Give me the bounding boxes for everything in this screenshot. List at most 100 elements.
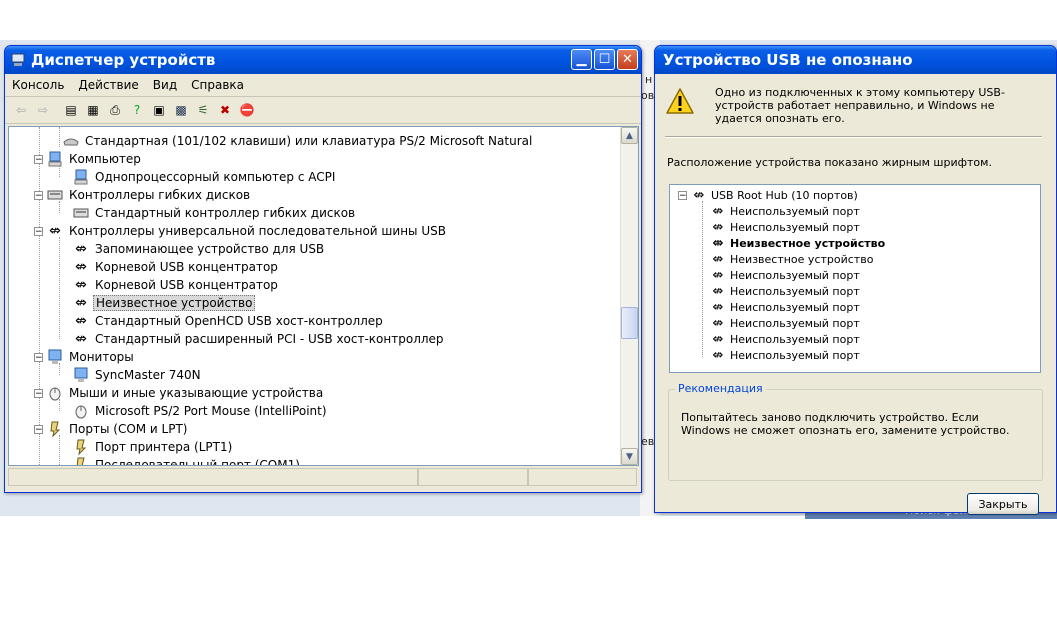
tree-item-floppy-controller[interactable]: Стандартный контроллер гибких дисков bbox=[73, 204, 357, 222]
usb-icon: ⇎ bbox=[75, 313, 87, 329]
tree-item-keyboard[interactable]: Стандартная (101/102 клавиши) или клавиа… bbox=[63, 132, 534, 150]
status-pane bbox=[528, 468, 637, 486]
menu-action[interactable]: Действие bbox=[71, 78, 145, 92]
close-dialog-button[interactable]: Закрыть bbox=[967, 493, 1039, 515]
usb-icon: ⇎ bbox=[712, 331, 724, 347]
usb-icon: ⇎ bbox=[75, 277, 87, 293]
usb-icon: ⇎ bbox=[712, 283, 724, 299]
update-driver-icon[interactable]: ⚟ bbox=[195, 102, 211, 118]
tree-item-com1[interactable]: Последовательный порт (COM1) bbox=[73, 456, 302, 465]
dialog-title: Устройство USB не опознано bbox=[663, 51, 913, 69]
scan-hardware-icon[interactable]: ▩ bbox=[173, 102, 189, 118]
port-icon bbox=[73, 457, 89, 465]
scroll-up-button[interactable]: ▲ bbox=[621, 127, 638, 144]
background-text: ев bbox=[641, 435, 655, 448]
collapse-icon[interactable]: − bbox=[34, 424, 43, 434]
collapse-icon[interactable]: − bbox=[34, 190, 43, 200]
usb-icon: ⇎ bbox=[75, 241, 87, 257]
scroll-down-button[interactable]: ▼ bbox=[621, 448, 638, 465]
tree-item-port[interactable]: ⇎ Неиспользуемый порт bbox=[710, 315, 860, 331]
tree-item-mice[interactable]: − Мыши и иные указывающие устройства bbox=[34, 384, 325, 402]
show-hide-tree-icon[interactable]: ▤ bbox=[63, 102, 79, 118]
properties-icon[interactable]: ▦ bbox=[85, 102, 101, 118]
menu-console[interactable]: Консоль bbox=[5, 78, 71, 92]
tree-item-usb-controllers[interactable]: − ⇎ Контроллеры универсальной последоват… bbox=[34, 222, 448, 240]
tree-item-ports[interactable]: − Порты (COM и LPT) bbox=[34, 420, 189, 438]
usb-icon: ⇎ bbox=[712, 219, 724, 235]
usb-device-tree[interactable]: − ⇎ USB Root Hub (10 портов) ⇎ Неиспользу… bbox=[669, 184, 1041, 373]
usb-icon: ⇎ bbox=[712, 203, 724, 219]
tree-item-usb-root-hub[interactable]: ⇎ Корневой USB концентратор bbox=[73, 276, 280, 294]
toolbar: ⇦ ⇨ ▤ ▦ ⎙ ? ▣ ▩ ⚟ ✖ ⛔ bbox=[5, 97, 641, 124]
collapse-icon[interactable]: − bbox=[34, 226, 43, 236]
menu-help[interactable]: Справка bbox=[184, 78, 251, 92]
tree-item-unknown-device-bold[interactable]: ⇎ Неизвестное устройство bbox=[710, 235, 886, 251]
forward-icon[interactable]: ⇨ bbox=[35, 102, 51, 118]
maximize-button[interactable]: ☐ bbox=[594, 49, 615, 70]
recommendation-text: Попытайтесь заново подключить устройство… bbox=[681, 411, 1010, 437]
tree-item-port[interactable]: ⇎ Неиспользуемый порт bbox=[710, 331, 860, 347]
warning-row: Одно из подключенных к этому компьютеру … bbox=[665, 86, 1005, 125]
dialog-body: Одно из подключенных к этому компьютеру … bbox=[655, 74, 1056, 515]
status-pane bbox=[8, 468, 418, 486]
usb-icon: ⇎ bbox=[712, 251, 724, 267]
tree-item-unknown-device[interactable]: ⇎ Неизвестное устройство bbox=[710, 251, 874, 267]
scroll-thumb[interactable] bbox=[621, 307, 638, 339]
mouse-icon bbox=[47, 385, 63, 401]
usb-icon: ⇎ bbox=[693, 187, 705, 203]
location-hint: Расположение устройства показано жирным … bbox=[667, 156, 992, 169]
tree-item-openhcd-controller[interactable]: ⇎ Стандартный OpenHCD USB хост-контролле… bbox=[73, 312, 385, 330]
tree-item-unknown-device[interactable]: ⇎ Неизвестное устройство bbox=[73, 294, 256, 312]
collapse-icon[interactable]: − bbox=[34, 352, 43, 362]
tree-item-floppy-controllers[interactable]: − Контроллеры гибких дисков bbox=[34, 186, 252, 204]
usb-icon: ⇎ bbox=[75, 295, 87, 311]
disable-device-icon[interactable]: ⛔ bbox=[239, 102, 255, 118]
tree-item-lpt1[interactable]: Порт принтера (LPT1) bbox=[73, 438, 234, 456]
tree-item-computer[interactable]: − Компьютер bbox=[34, 150, 143, 168]
status-pane bbox=[418, 468, 528, 486]
tree-item-monitors[interactable]: − Мониторы bbox=[34, 348, 136, 366]
tree-item-ps2-mouse[interactable]: Microsoft PS/2 Port Mouse (IntelliPoint) bbox=[73, 402, 329, 420]
menu-bar: Консоль Действие Вид Справка bbox=[5, 74, 641, 97]
help-icon[interactable]: ? bbox=[129, 102, 145, 118]
mouse-icon bbox=[73, 403, 89, 419]
tree-item-pci-usb-controller[interactable]: ⇎ Стандартный расширенный PCI - USB хост… bbox=[73, 330, 446, 348]
tree-vertical-scrollbar[interactable]: ▲ ▼ bbox=[620, 127, 638, 465]
computer-icon bbox=[73, 169, 89, 185]
tree-item-acpi-computer[interactable]: Однопроцессорный компьютер с ACPI bbox=[73, 168, 337, 186]
tree-item-port[interactable]: ⇎ Неиспользуемый порт bbox=[710, 347, 860, 363]
collapse-icon[interactable]: − bbox=[678, 190, 687, 200]
window-title: Диспетчер устройств bbox=[31, 51, 216, 69]
warning-icon bbox=[666, 88, 694, 114]
port-icon bbox=[47, 421, 63, 437]
tree-root-usb-hub[interactable]: − ⇎ USB Root Hub (10 портов) bbox=[678, 187, 858, 203]
tree-item-port[interactable]: ⇎ Неиспользуемый порт bbox=[710, 299, 860, 315]
device-manager-titlebar[interactable]: Диспетчер устройств ▁ ☐ ✕ bbox=[5, 46, 641, 74]
port-icon bbox=[73, 439, 89, 455]
device-tree[interactable]: Стандартная (101/102 клавиши) или клавиа… bbox=[8, 126, 639, 466]
print-icon[interactable]: ⎙ bbox=[107, 102, 123, 118]
tree-item-syncmaster[interactable]: SyncMaster 740N bbox=[73, 366, 203, 384]
tree-item-port[interactable]: ⇎ Неиспользуемый порт bbox=[710, 283, 860, 299]
tree-item-port[interactable]: ⇎ Неиспользуемый порт bbox=[710, 267, 860, 283]
collapse-icon[interactable]: − bbox=[34, 388, 43, 398]
usb-icon: ⇎ bbox=[712, 267, 724, 283]
uninstall-icon[interactable]: ✖ bbox=[217, 102, 233, 118]
tree-item-port[interactable]: ⇎ Неиспользуемый порт bbox=[710, 219, 860, 235]
minimize-button[interactable]: ▁ bbox=[571, 49, 592, 70]
tree-item-usb-root-hub[interactable]: ⇎ Корневой USB концентратор bbox=[73, 258, 280, 276]
tree-item-usb-storage[interactable]: ⇎ Запоминающее устройство для USB bbox=[73, 240, 326, 258]
help-topics-icon[interactable]: ▣ bbox=[151, 102, 167, 118]
usb-icon: ⇎ bbox=[712, 315, 724, 331]
close-button[interactable]: ✕ bbox=[617, 49, 638, 70]
dialog-titlebar[interactable]: Устройство USB не опознано bbox=[655, 46, 1056, 74]
background-text: ов bbox=[641, 89, 655, 102]
tree-item-port[interactable]: ⇎ Неиспользуемый порт bbox=[710, 203, 860, 219]
floppy-controller-icon bbox=[47, 187, 63, 203]
menu-view[interactable]: Вид bbox=[146, 78, 184, 92]
collapse-icon[interactable]: − bbox=[34, 154, 43, 164]
status-bar bbox=[8, 468, 637, 488]
usb-icon: ⇎ bbox=[75, 331, 87, 347]
usb-not-recognized-dialog: Устройство USB не опознано Одно из подкл… bbox=[654, 45, 1057, 515]
back-icon[interactable]: ⇦ bbox=[13, 102, 29, 118]
